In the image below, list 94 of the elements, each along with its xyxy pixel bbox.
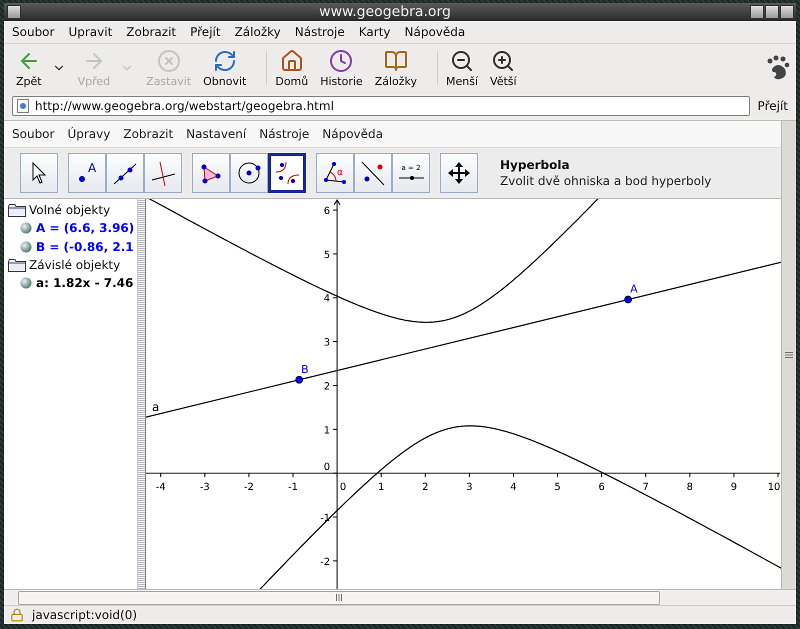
tree-folder-label[interactable]: Závislé objekty: [29, 258, 120, 272]
tick-label: 2: [324, 381, 330, 392]
menu-item[interactable]: Zobrazit: [123, 127, 174, 141]
tool-button[interactable]: [20, 153, 58, 193]
horizontal-scrollbar[interactable]: [4, 589, 796, 605]
object-bullet-icon: [20, 222, 32, 234]
menu-item[interactable]: Nastavení: [186, 127, 246, 141]
line-label: a: [152, 400, 160, 414]
close-button[interactable]: [780, 5, 794, 19]
tick-label: 3: [324, 338, 330, 349]
tick-label: 5: [324, 250, 330, 261]
tick-label: -2: [320, 556, 330, 568]
tick-label: 2: [422, 482, 428, 493]
url-text: http://www.geogebra.org/webstart/geogebra.html: [35, 99, 334, 113]
point[interactable]: [624, 296, 632, 304]
window-title: www.geogebra.org: [318, 4, 452, 20]
menu-item[interactable]: Upravit: [68, 25, 112, 39]
zoom-in-icon: [491, 48, 516, 72]
tick-label: -1: [288, 482, 298, 493]
menu-item[interactable]: Nástroje: [294, 25, 345, 39]
tick-label: 9: [730, 482, 738, 493]
tool-description: Zvolit dvě ohniska a bod hyperboly: [500, 174, 712, 188]
point-label: B: [301, 362, 309, 376]
menu-item[interactable]: Nástroje: [259, 127, 310, 141]
tick-label: 5: [554, 482, 561, 493]
tick-label: -4: [156, 482, 166, 493]
tool-button[interactable]: [440, 153, 478, 193]
tick-label: 0: [340, 482, 346, 493]
toolbar-button[interactable]: Menší: [423, 46, 484, 90]
scroll-grip-icon: [785, 352, 793, 358]
toolbar-button[interactable]: Domů: [252, 46, 314, 90]
tool-button[interactable]: A: [68, 153, 106, 193]
object-bullet-icon: [20, 241, 32, 253]
tick-label: 1: [324, 425, 330, 436]
tool-name: Hyperbola: [500, 158, 571, 172]
menu-item[interactable]: Nápověda: [404, 25, 466, 39]
toolbar-button[interactable]: Větší: [484, 46, 523, 90]
tick-label: 3: [466, 482, 473, 493]
scroll-grip-icon: [336, 594, 342, 601]
object-bullet-icon: [20, 277, 32, 289]
tick-label: 4: [324, 294, 330, 305]
bookmarks-icon: [384, 48, 408, 72]
tick-label: 6: [324, 206, 330, 218]
history-icon: [329, 48, 354, 72]
address-field[interactable]: http://www.geogebra.org/webstart/geogebra.html: [12, 96, 750, 116]
menu-item[interactable]: Přejít: [190, 25, 221, 39]
tool-button[interactable]: [192, 153, 230, 193]
tick-label: -3: [200, 482, 210, 493]
zoom-out-icon: [450, 48, 474, 72]
stop-icon: [156, 48, 181, 72]
point[interactable]: [295, 376, 304, 384]
point-label: A: [630, 282, 638, 296]
scrollbar-thumb[interactable]: [18, 590, 660, 604]
folder-icon: [8, 258, 26, 272]
tick-label: 7: [642, 482, 649, 493]
tool-button[interactable]: [268, 153, 306, 193]
tool-button[interactable]: α: [316, 153, 354, 193]
toolbar-button[interactable]: Záložky: [368, 46, 424, 90]
tick-label: 6: [598, 482, 605, 493]
paw-logo-icon: [766, 55, 790, 81]
go-button[interactable]: Přejít: [756, 99, 790, 113]
folder-icon: [8, 204, 26, 216]
tick-label: 1: [378, 482, 384, 493]
reload-icon: [212, 48, 237, 72]
toolbar-button[interactable]: Zpět: [10, 46, 72, 90]
menu-item[interactable]: Soubor: [12, 127, 54, 141]
status-text: javascript:void(0): [32, 608, 138, 622]
window-menu-button[interactable]: [7, 5, 21, 19]
algebra-object[interactable]: a: 1.82x - 7.46: [36, 276, 134, 290]
menu-item[interactable]: Zobrazit: [126, 25, 176, 39]
algebra-object[interactable]: B = (-0.86, 2.1: [36, 240, 134, 254]
menu-item[interactable]: Karty: [358, 25, 391, 39]
page-icon: [17, 99, 29, 113]
toolbar-button[interactable]: Historie: [314, 46, 369, 90]
menu-item[interactable]: Záložky: [234, 25, 281, 39]
tick-label: 8: [686, 482, 693, 493]
minimize-button[interactable]: [750, 5, 764, 19]
tick-label: 10: [768, 482, 780, 493]
menu-item[interactable]: Soubor: [12, 25, 54, 39]
home-icon: [280, 48, 304, 72]
lock-icon: [10, 608, 24, 622]
vertical-scrollbar[interactable]: [781, 121, 796, 589]
tick-label: 4: [510, 482, 517, 493]
algebra-object[interactable]: A = (6.6, 3.96): [36, 221, 134, 235]
maximize-button[interactable]: [765, 5, 779, 19]
menu-item[interactable]: Nápověda: [322, 127, 384, 141]
tick-label: 0: [324, 462, 330, 474]
tree-folder-label[interactable]: Volné objekty: [29, 203, 110, 217]
tool-button[interactable]: [230, 153, 268, 193]
tick-label: -2: [244, 482, 254, 493]
tool-button[interactable]: [106, 153, 144, 193]
tool-button[interactable]: [354, 153, 392, 193]
menu-item[interactable]: Úpravy: [67, 127, 110, 141]
toolbar-button[interactable]: Obnovit: [197, 46, 252, 90]
